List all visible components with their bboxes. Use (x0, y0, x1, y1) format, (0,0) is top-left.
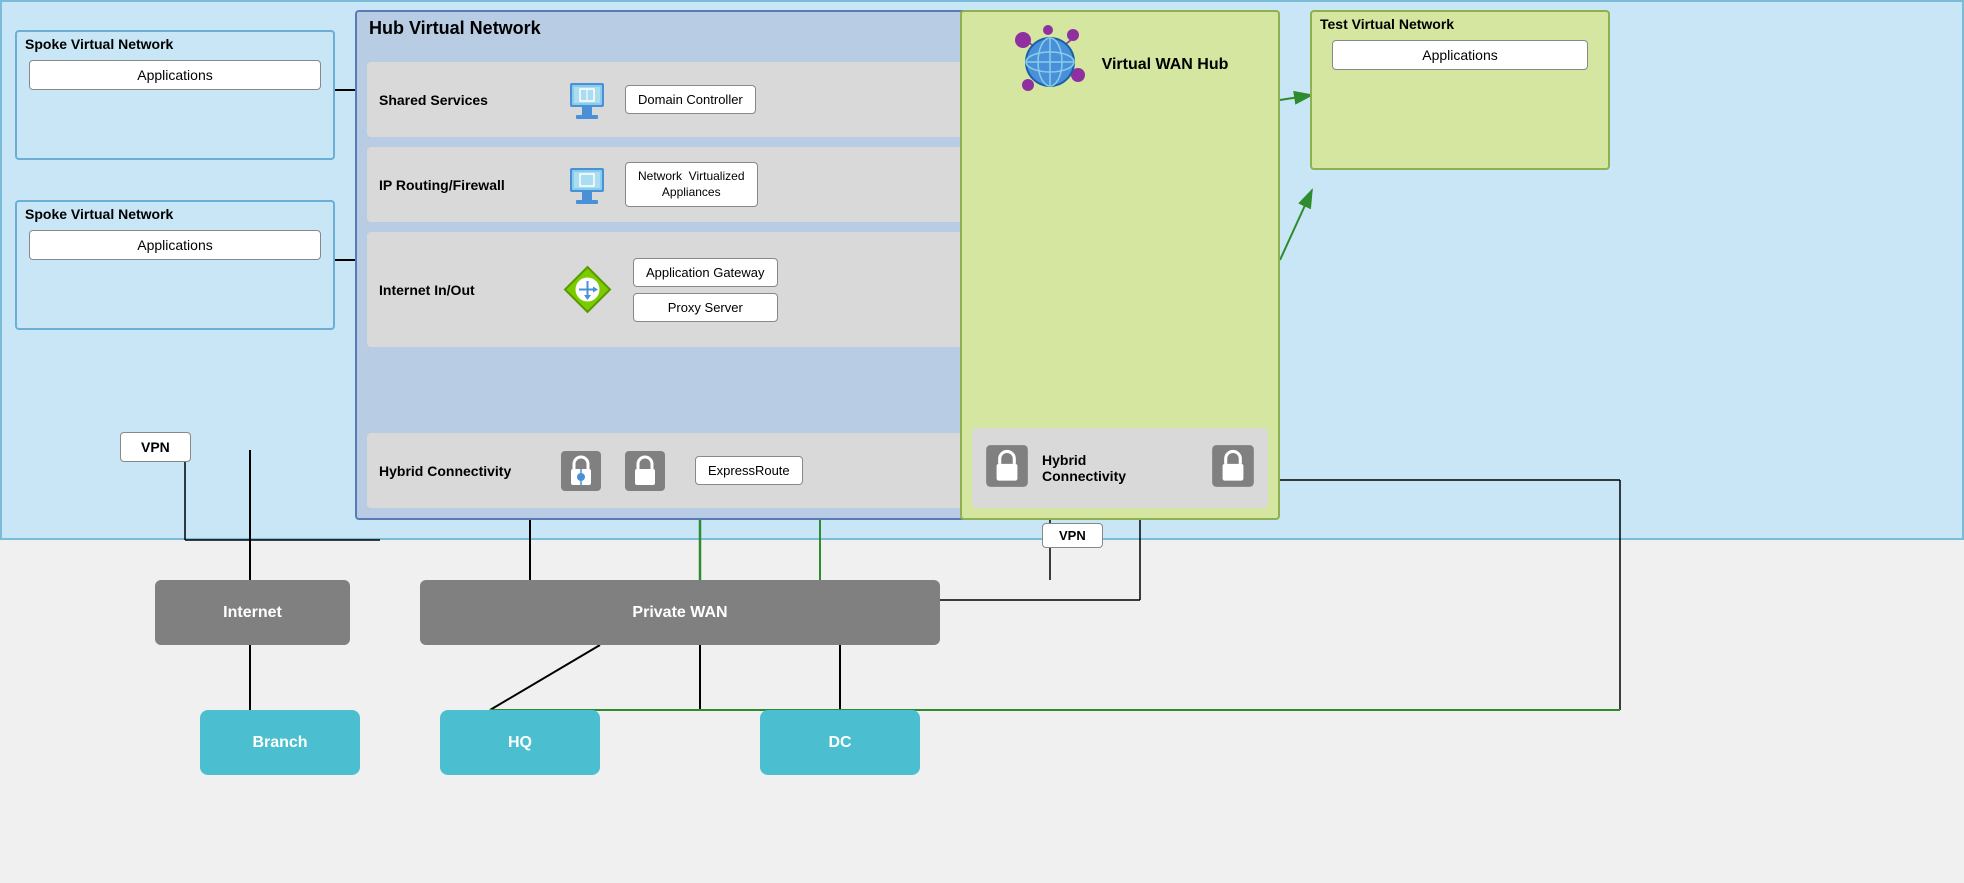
proxy-server-box: Proxy Server (633, 293, 778, 322)
spoke-vnet-2: Spoke Virtual Network Applications (15, 200, 335, 330)
internet-inout-label: Internet In/Out (367, 274, 557, 306)
spoke-vnet-2-title: Spoke Virtual Network (17, 202, 333, 226)
vwan-title: Virtual WAN Hub (1098, 48, 1233, 78)
vwan-vpn-label: VPN (1042, 523, 1103, 548)
spoke-vnet-1-title: Spoke Virtual Network (17, 32, 333, 56)
expressroute-box: ExpressRoute (695, 456, 803, 485)
vwan-area: Virtual WAN Hub HybridConnectivity (960, 10, 1280, 520)
dc-box: DC (760, 710, 920, 775)
test-vnet: Test Virtual Network Applications (1310, 10, 1610, 170)
vwan-hybrid-icon (982, 441, 1032, 496)
domain-controller-box: Domain Controller (625, 85, 756, 114)
branch-box: Branch (200, 710, 360, 775)
vpn-label-left: VPN (120, 432, 191, 462)
spoke-vnet-1-app: Applications (29, 60, 321, 90)
shared-services-icon (557, 70, 617, 130)
network-virtualized-box: Network VirtualizedAppliances (625, 162, 758, 207)
ip-routing-label: IP Routing/Firewall (367, 169, 557, 201)
hub-vnet: Hub Virtual Network Shared Services Doma… (355, 10, 1035, 520)
spoke-vnet-1: Spoke Virtual Network Applications (15, 30, 335, 160)
internet-inout-icon (557, 260, 617, 320)
shared-services-label: Shared Services (367, 84, 557, 116)
vwan-hybrid-icon2 (1208, 441, 1258, 496)
hub-row-shared-services: Shared Services Domain Controller (367, 62, 1023, 137)
hub-row-ip-routing: IP Routing/Firewall Network VirtualizedA… (367, 147, 1023, 222)
diagram-container: Spoke Virtual Network Applications Spoke… (0, 0, 1964, 883)
internet-box: Internet (155, 580, 350, 645)
hub-vnet-title: Hub Virtual Network (357, 12, 1033, 45)
test-vnet-app: Applications (1332, 40, 1588, 70)
ip-routing-icon (557, 155, 617, 215)
spoke-vnet-2-app: Applications (29, 230, 321, 260)
vwan-hybrid-label: HybridConnectivity (1042, 452, 1126, 484)
vwan-globe-icon (1008, 20, 1088, 105)
application-gateway-box: Application Gateway (633, 258, 778, 287)
hq-box: HQ (440, 710, 600, 775)
hybrid-connectivity-label: Hybrid Connectivity (367, 455, 557, 487)
hub-row-internet: Internet In/Out Application Gateway Prox… (367, 232, 1023, 347)
hub-row-hybrid: Hybrid Connectivity (367, 433, 1023, 508)
private-wan-box: Private WAN (420, 580, 940, 645)
test-vnet-title: Test Virtual Network (1312, 12, 1608, 36)
